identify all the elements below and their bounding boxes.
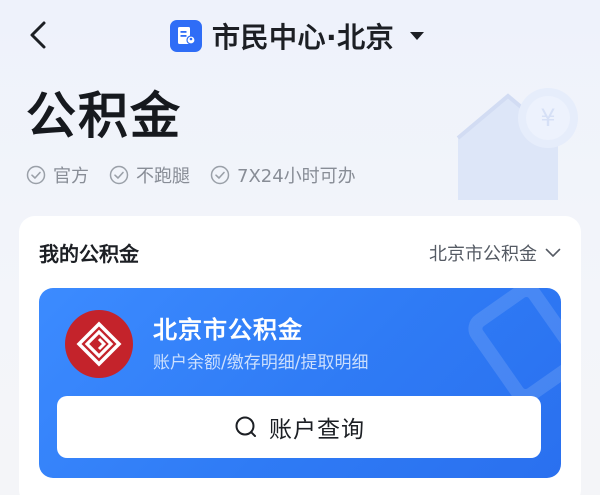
chevron-left-icon [30,21,46,49]
card-title: 我的公积金 [39,242,139,266]
page-title: 公积金 [26,87,182,145]
badge-label: 官方 [53,166,89,187]
my-fund-card: 我的公积金 北京市公积金 北京市公积金 账户余额/缴存明细/提取明细 账户查询 [19,216,581,495]
badge-label: 不跑腿 [136,166,190,187]
fund-logo [65,310,133,378]
badge-no-visit: 不跑腿 [109,162,190,188]
account-query-label: 账户查询 [269,417,365,443]
header-title: 市民中心·北京 [212,21,395,54]
check-circle-icon [210,165,230,185]
fund-description: 账户余额/缴存明细/提取明细 [153,353,369,373]
fund-name: 北京市公积金 [153,316,303,344]
fund-selector[interactable]: 北京市公积金 [429,240,561,266]
account-query-button[interactable]: 账户查询 [57,396,541,458]
badge-24-7: 7X24小时可办 [210,162,356,188]
back-button[interactable] [22,18,56,52]
fund-selector-label: 北京市公积金 [429,244,537,265]
check-circle-icon [26,165,46,185]
house-coin-decoration: ¥ [456,88,578,200]
citizen-center-icon [170,20,202,52]
fund-account-panel: 北京市公积金 账户余额/缴存明细/提取明细 账户查询 [39,288,561,478]
badge-label: 7X24小时可办 [237,166,356,187]
caret-down-icon [408,30,426,42]
badge-official: 官方 [26,162,89,188]
search-icon [235,416,256,437]
svg-text:¥: ¥ [540,104,555,132]
top-bar: 市民中心·北京 [0,0,600,72]
panel-watermark [468,288,561,404]
chevron-down-icon [545,248,561,257]
check-circle-icon [109,165,129,185]
city-switcher[interactable]: 市民中心·北京 [170,16,426,56]
feature-badges: 官方 不跑腿 7X24小时可办 [26,162,356,188]
